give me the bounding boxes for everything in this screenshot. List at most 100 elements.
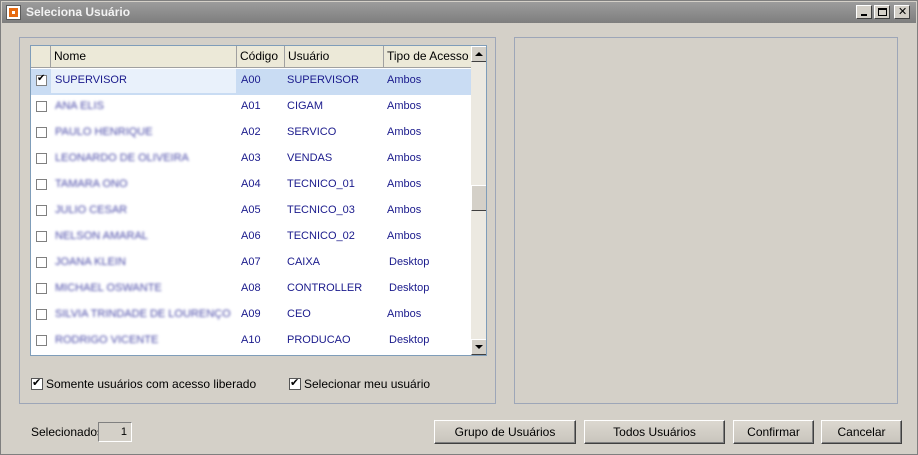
- table-row[interactable]: JOANA KLEIN A07 CAIXA Desktop: [31, 251, 471, 277]
- row-checkbox[interactable]: [36, 283, 47, 294]
- access-cell: Desktop: [389, 282, 430, 294]
- cancel-button[interactable]: Cancelar: [821, 420, 902, 444]
- code-cell: A10: [241, 334, 261, 346]
- close-button[interactable]: ✕: [894, 5, 910, 19]
- access-cell: Ambos: [387, 74, 422, 86]
- code-cell: A04: [241, 178, 261, 190]
- header-tipo-acesso[interactable]: Tipo de Acesso: [384, 46, 471, 67]
- user-cell: CIGAM: [287, 100, 324, 112]
- arrow-up-icon: [475, 52, 483, 56]
- all-users-button[interactable]: Todos Usuários: [584, 420, 725, 444]
- name-cell: TAMARA ONO: [55, 178, 128, 190]
- arrow-down-icon: [475, 345, 483, 349]
- window-title: Seleciona Usuário: [26, 5, 131, 19]
- scroll-up-button[interactable]: [471, 46, 486, 62]
- table-row[interactable]: TAMARA ONO A04 TECNICO_01 Ambos: [31, 173, 471, 199]
- scroll-thumb[interactable]: [471, 185, 486, 211]
- name-cell: PAULO HENRIQUE: [55, 126, 153, 138]
- scroll-down-button[interactable]: [471, 339, 486, 355]
- dialog-window: Seleciona Usuário ✕ Nome Código Usuário …: [0, 0, 918, 455]
- confirm-button[interactable]: Confirmar: [733, 420, 814, 444]
- row-checkbox[interactable]: [36, 73, 47, 86]
- access-cell: Ambos: [387, 152, 422, 164]
- code-cell: A09: [241, 308, 261, 320]
- access-cell: Desktop: [389, 334, 430, 346]
- checkmark-icon: [289, 376, 301, 390]
- name-cell: LEONARDO DE OLIVEIRA: [55, 152, 189, 164]
- access-cell: Ambos: [387, 100, 422, 112]
- name-cell: NELSON AMARAL: [55, 230, 148, 242]
- table-row[interactable]: JULIO CESAR A05 TECNICO_03 Ambos: [31, 199, 471, 225]
- grid-header: Nome Código Usuário Tipo de Acesso: [31, 46, 471, 68]
- checkmark-icon: [31, 376, 43, 390]
- row-checkbox[interactable]: [36, 127, 47, 138]
- maximize-icon: [878, 8, 887, 16]
- user-cell: CEO: [287, 308, 311, 320]
- name-cell: MICHAEL OSWANTE: [55, 282, 162, 294]
- header-usuario[interactable]: Usuário: [285, 46, 384, 67]
- access-cell: Ambos: [387, 126, 422, 138]
- table-row[interactable]: RODRIGO VICENTE A10 PRODUCAO Desktop: [31, 329, 471, 355]
- name-cell: SUPERVISOR: [55, 74, 127, 86]
- row-checkbox[interactable]: [36, 101, 47, 112]
- select-my-user-label: Selecionar meu usuário: [304, 377, 431, 391]
- user-cell: PRODUCAO: [287, 334, 351, 346]
- minimize-button[interactable]: [856, 5, 872, 19]
- users-grid: Nome Código Usuário Tipo de Acesso SUPER…: [30, 45, 487, 356]
- table-row[interactable]: LEONARDO DE OLIVEIRA A03 VENDAS Ambos: [31, 147, 471, 173]
- table-row[interactable]: ANA ELIS A01 CIGAM Ambos: [31, 95, 471, 121]
- user-cell: TECNICO_03: [287, 204, 355, 216]
- row-checkbox[interactable]: [36, 309, 47, 320]
- access-cell: Ambos: [387, 308, 422, 320]
- user-cell: VENDAS: [287, 152, 333, 164]
- row-checkbox[interactable]: [36, 231, 47, 242]
- row-checkbox[interactable]: [36, 257, 47, 268]
- name-cell: JOANA KLEIN: [55, 256, 126, 268]
- row-checkbox[interactable]: [36, 335, 47, 346]
- close-icon: ✕: [898, 5, 908, 18]
- user-cell: TECNICO_01: [287, 178, 355, 190]
- name-cell: SILVIA TRINDADE DE LOURENÇO: [55, 308, 231, 320]
- code-cell: A06: [241, 230, 261, 242]
- user-cell: CONTROLLER: [287, 282, 363, 294]
- name-cell: ANA ELIS: [55, 100, 104, 112]
- table-row[interactable]: SUPERVISOR A00 SUPERVISOR Ambos: [31, 69, 471, 95]
- table-row[interactable]: PAULO HENRIQUE A02 SERVICO Ambos: [31, 121, 471, 147]
- header-codigo[interactable]: Código: [237, 46, 285, 67]
- row-checkbox[interactable]: [36, 153, 47, 164]
- access-cell: Ambos: [387, 230, 422, 242]
- app-icon: [6, 5, 21, 20]
- user-list-panel: Nome Código Usuário Tipo de Acesso SUPER…: [19, 37, 496, 404]
- access-cell: Ambos: [387, 178, 422, 190]
- selected-count-field: 1: [98, 422, 132, 442]
- details-panel: [514, 37, 898, 404]
- title-bar[interactable]: Seleciona Usuário ✕: [2, 2, 916, 23]
- user-group-button[interactable]: Grupo de Usuários: [434, 420, 576, 444]
- code-cell: A08: [241, 282, 261, 294]
- only-released-label: Somente usuários com acesso liberado: [46, 377, 257, 391]
- code-cell: A07: [241, 256, 261, 268]
- code-cell: A05: [241, 204, 261, 216]
- row-checkbox[interactable]: [36, 205, 47, 216]
- user-cell: CAIXA: [287, 256, 321, 268]
- minimize-icon: [861, 14, 867, 16]
- code-cell: A03: [241, 152, 261, 164]
- selected-count-label: Selecionados: [31, 425, 104, 439]
- access-cell: Desktop: [389, 256, 430, 268]
- access-cell: Ambos: [387, 204, 422, 216]
- code-cell: A00: [241, 74, 261, 86]
- user-cell: SERVICO: [287, 126, 337, 138]
- table-row[interactable]: SILVIA TRINDADE DE LOURENÇO A09 CEO Ambos: [31, 303, 471, 329]
- vertical-scrollbar[interactable]: [471, 46, 486, 355]
- user-cell: TECNICO_02: [287, 230, 355, 242]
- name-cell: JULIO CESAR: [55, 204, 128, 216]
- code-cell: A01: [241, 100, 261, 112]
- table-row[interactable]: MICHAEL OSWANTE A08 CONTROLLER Desktop: [31, 277, 471, 303]
- table-row[interactable]: NELSON AMARAL A06 TECNICO_02 Ambos: [31, 225, 471, 251]
- name-cell: RODRIGO VICENTE: [55, 334, 159, 346]
- maximize-button[interactable]: [874, 5, 890, 19]
- header-nome[interactable]: Nome: [51, 46, 237, 67]
- code-cell: A02: [241, 126, 261, 138]
- row-checkbox[interactable]: [36, 179, 47, 190]
- user-cell: SUPERVISOR: [287, 74, 359, 86]
